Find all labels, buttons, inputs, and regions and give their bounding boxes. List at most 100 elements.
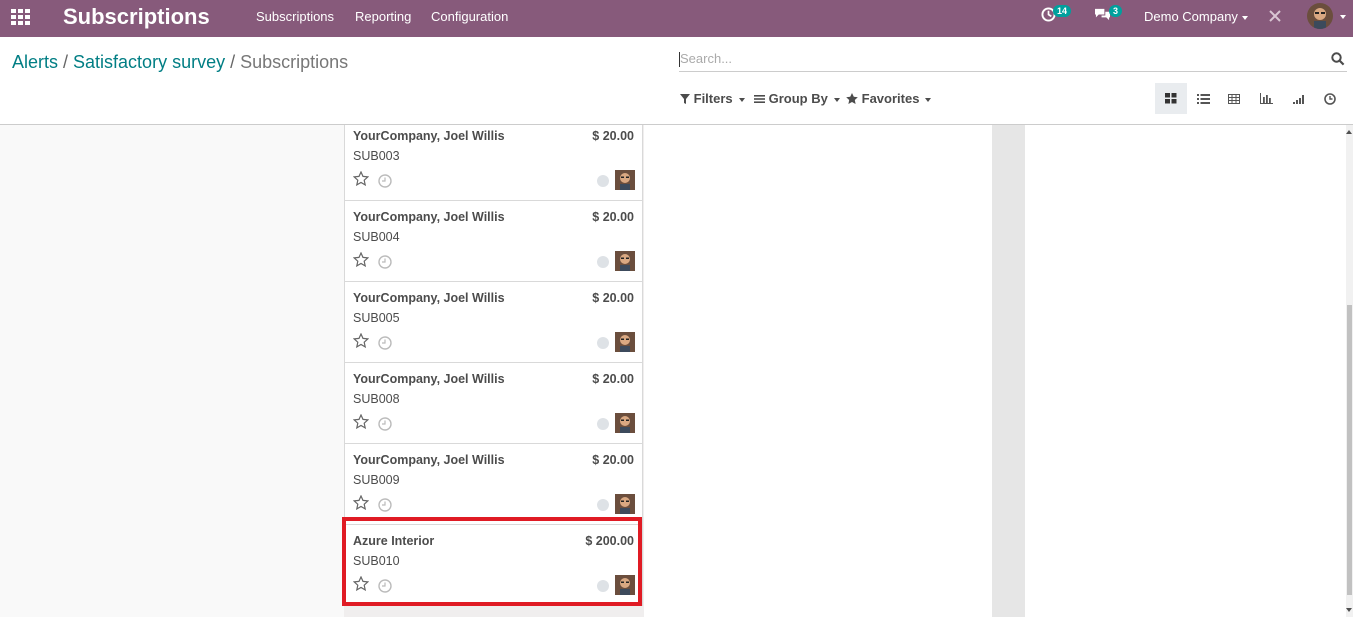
filters-label: Filters — [693, 91, 733, 106]
card-customer: YourCompany, Joel Willis — [353, 291, 505, 305]
card-customer: YourCompany, Joel Willis — [353, 453, 505, 467]
card-customer: YourCompany, Joel Willis — [353, 372, 505, 386]
kanban-card[interactable]: YourCompany, Joel Willis $ 20.00 SUB003 — [344, 125, 643, 201]
group-by-label: Group By — [768, 91, 828, 106]
chevron-down-icon — [738, 97, 745, 102]
kanban-column-empty — [644, 125, 992, 617]
scroll-thumb[interactable] — [1347, 305, 1352, 595]
breadcrumb-current: Subscriptions — [240, 52, 349, 72]
kanban-icon — [1165, 93, 1177, 104]
search-icon[interactable] — [1331, 52, 1345, 66]
vertical-scrollbar[interactable] — [1346, 125, 1353, 617]
clock-icon[interactable] — [378, 255, 392, 269]
card-reference: SUB003 — [353, 149, 400, 163]
favorites-label: Favorites — [861, 91, 920, 106]
kanban-column-folded[interactable] — [992, 125, 1025, 617]
status-dot[interactable] — [597, 337, 609, 349]
breadcrumb: Alerts / Satisfactory survey / Subscriptions — [12, 51, 348, 73]
card-reference: SUB009 — [353, 473, 400, 487]
activity-menu[interactable]: 14 — [1041, 5, 1072, 25]
status-dot[interactable] — [597, 418, 609, 430]
kanban-card[interactable]: YourCompany, Joel Willis $ 20.00 SUB008 — [344, 363, 643, 444]
chevron-down-icon[interactable] — [1340, 15, 1346, 19]
scroll-up-icon[interactable] — [1346, 130, 1352, 134]
cohort-view-button[interactable] — [1283, 83, 1315, 114]
card-reference: SUB004 — [353, 230, 400, 244]
group-by-dropdown[interactable]: Group By — [754, 91, 840, 107]
clock-icon[interactable] — [378, 417, 392, 431]
card-reference: SUB008 — [353, 392, 400, 406]
kanban-view: YourCompany, Joel Willis $ 20.00 SUB003 … — [0, 125, 1346, 617]
control-panel: Alerts / Satisfactory survey / Subscriptions… — [0, 37, 1353, 125]
company-name: Demo Company — [1144, 9, 1238, 24]
avatar — [615, 494, 635, 514]
signal-icon — [1292, 94, 1304, 104]
search-input[interactable]: Search... — [680, 51, 732, 66]
messaging-menu[interactable]: 3 — [1094, 5, 1123, 25]
table-icon — [1228, 93, 1240, 104]
bars-icon — [754, 95, 765, 103]
breadcrumb-alerts[interactable]: Alerts — [12, 52, 58, 72]
status-dot[interactable] — [597, 175, 609, 187]
breadcrumb-separator: / — [63, 52, 69, 72]
menu-subscriptions[interactable]: Subscriptions — [256, 9, 334, 25]
breadcrumb-separator: / — [230, 52, 236, 72]
top-navbar: Subscriptions Subscriptions Reporting Co… — [0, 0, 1353, 37]
avatar — [615, 332, 635, 352]
app-title: Subscriptions — [63, 4, 210, 29]
star-icon[interactable] — [353, 495, 369, 510]
pivot-view-button[interactable] — [1218, 83, 1250, 114]
card-amount: $ 20.00 — [592, 291, 634, 305]
kanban-card[interactable]: YourCompany, Joel Willis $ 20.00 SUB009 — [344, 444, 643, 525]
clock-icon[interactable] — [378, 498, 392, 512]
card-amount: $ 20.00 — [592, 372, 634, 386]
kanban-column-right — [1025, 125, 1346, 617]
scroll-down-icon[interactable] — [1346, 608, 1352, 612]
activity-view-button[interactable] — [1314, 83, 1346, 114]
kanban-column-left — [0, 125, 344, 617]
kanban-card[interactable]: YourCompany, Joel Willis $ 20.00 SUB005 — [344, 282, 643, 363]
star-icon[interactable] — [353, 171, 369, 186]
avatar — [615, 251, 635, 271]
card-amount: $ 20.00 — [592, 453, 634, 467]
status-dot[interactable] — [597, 499, 609, 511]
menu-reporting[interactable]: Reporting — [355, 9, 411, 25]
star-icon[interactable] — [353, 333, 369, 348]
menu-configuration[interactable]: Configuration — [431, 9, 508, 25]
avatar — [615, 413, 635, 433]
clock-icon[interactable] — [378, 174, 392, 188]
star-icon[interactable] — [353, 252, 369, 267]
status-dot[interactable] — [597, 256, 609, 268]
favorites-dropdown[interactable]: Favorites — [846, 91, 932, 107]
apps-menu-icon[interactable] — [11, 9, 31, 25]
card-reference: SUB005 — [353, 311, 400, 325]
highlight-box — [342, 517, 642, 606]
card-customer: YourCompany, Joel Willis — [353, 210, 505, 224]
debug-icon[interactable] — [1268, 9, 1282, 26]
graph-view-button[interactable] — [1250, 83, 1282, 114]
chevron-down-icon — [833, 97, 840, 102]
card-amount: $ 20.00 — [592, 210, 634, 224]
card-amount: $ 20.00 — [592, 129, 634, 143]
breadcrumb-satisfactory-survey[interactable]: Satisfactory survey — [73, 52, 225, 72]
user-avatar[interactable] — [1307, 3, 1333, 29]
chevron-down-icon — [1241, 15, 1248, 20]
kanban-view-button[interactable] — [1155, 83, 1187, 114]
filter-icon — [680, 94, 690, 104]
card-customer: YourCompany, Joel Willis — [353, 129, 505, 143]
list-view-button[interactable] — [1187, 83, 1219, 114]
company-switcher[interactable]: Demo Company — [1144, 9, 1248, 24]
activity-badge: 14 — [1053, 5, 1072, 17]
avatar — [615, 170, 635, 190]
filters-dropdown[interactable]: Filters — [680, 91, 745, 107]
clock-icon — [1324, 92, 1336, 105]
search-bar[interactable]: Search... — [679, 49, 1347, 72]
list-icon — [1196, 93, 1210, 104]
message-badge: 3 — [1109, 5, 1123, 17]
star-icon[interactable] — [353, 414, 369, 429]
clock-icon[interactable] — [378, 336, 392, 350]
star-icon — [846, 93, 858, 104]
bar-chart-icon — [1259, 93, 1273, 104]
chevron-down-icon — [925, 97, 932, 102]
kanban-card[interactable]: YourCompany, Joel Willis $ 20.00 SUB004 — [344, 201, 643, 282]
